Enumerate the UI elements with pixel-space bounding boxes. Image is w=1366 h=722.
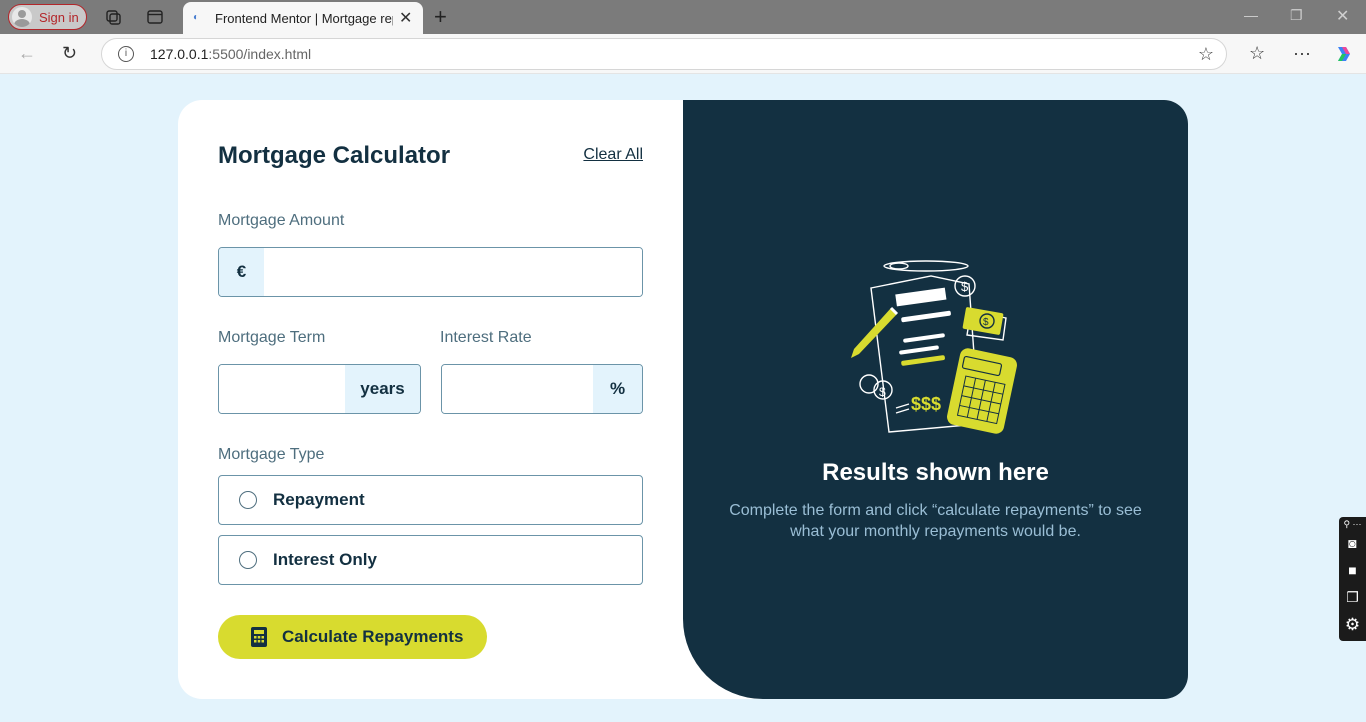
radio-circle-icon[interactable] <box>239 551 257 569</box>
copilot-icon[interactable] <box>1334 44 1354 64</box>
mortgage-type-label: Mortgage Type <box>218 446 325 463</box>
calculator-card: Mortgage Calculator Clear All Mortgage A… <box>178 100 1188 699</box>
minimize-icon[interactable]: — <box>1244 7 1258 23</box>
site-info-icon[interactable]: i <box>118 46 134 62</box>
close-window-icon[interactable]: ✕ <box>1336 6 1349 26</box>
interest-rate-label: Interest Rate <box>440 329 532 346</box>
back-icon[interactable]: ← <box>18 43 36 64</box>
page-title: Mortgage Calculator <box>218 142 451 169</box>
svg-text:$$$: $$$ <box>911 394 941 414</box>
site-favicon-icon: ◐ <box>193 12 200 23</box>
repayment-option-label: Repayment <box>273 490 365 509</box>
results-title: Results shown here <box>822 459 1049 486</box>
sign-in-label: Sign in <box>39 9 79 25</box>
interest-only-option[interactable]: Interest Only <box>218 535 643 585</box>
svg-text:$: $ <box>983 317 989 328</box>
term-suffix: years <box>345 365 420 413</box>
url-text: 127.0.0.1:5500/index.html <box>150 46 312 62</box>
settings-gear-icon[interactable]: ⚙ <box>1343 615 1362 635</box>
calculate-repayments-button[interactable]: Calculate Repayments <box>218 615 487 659</box>
active-tab[interactable]: ◐ Frontend Mentor | Mortgage repayment c… <box>183 2 423 34</box>
url-field[interactable]: i 127.0.0.1:5500/index.html ☆ <box>101 38 1227 70</box>
calculator-icon <box>251 627 267 647</box>
favorites-icon[interactable]: ☆ <box>1249 43 1265 64</box>
new-tab-icon[interactable]: + <box>434 4 447 30</box>
more-options-icon[interactable]: ··· <box>1293 43 1311 64</box>
mortgage-term-field[interactable]: years <box>218 364 421 414</box>
workspaces-icon[interactable] <box>104 8 122 26</box>
favorite-star-icon[interactable]: ☆ <box>1198 44 1214 65</box>
tab-actions-icon[interactable] <box>146 8 164 26</box>
mortgage-amount-input[interactable] <box>264 248 642 296</box>
clear-all-link[interactable]: Clear All <box>583 146 643 164</box>
refresh-icon[interactable]: ↻ <box>62 43 77 64</box>
browser-tab-bar: Sign in ◐ Frontend Mentor | Mortgage rep… <box>0 0 1366 34</box>
svg-text:$: $ <box>961 279 969 294</box>
tab-title: Frontend Mentor | Mortgage repayment cal… <box>215 10 393 26</box>
toolbar-more-icon[interactable]: ⚲ ··· <box>1343 519 1362 530</box>
interest-rate-input[interactable] <box>442 365 592 413</box>
close-tab-icon[interactable]: ✕ <box>399 8 412 28</box>
svg-text:$: $ <box>879 385 886 399</box>
calculate-repayments-label: Calculate Repayments <box>282 627 464 646</box>
camera-icon[interactable]: ◙ <box>1343 535 1362 551</box>
interest-only-option-label: Interest Only <box>273 550 377 569</box>
results-panel: $ $ $$$ $ Results shown here Complete th… <box>683 100 1188 699</box>
address-bar-row: ← ↻ i 127.0.0.1:5500/index.html ☆ ☆ ··· <box>0 34 1366 74</box>
mortgage-amount-field[interactable]: € <box>218 247 643 297</box>
mortgage-term-label: Mortgage Term <box>218 329 326 346</box>
video-camera-icon[interactable]: ■ <box>1343 562 1362 578</box>
window-capture-icon[interactable]: ❐ <box>1343 589 1362 606</box>
radio-circle-icon[interactable] <box>239 491 257 509</box>
screen-capture-toolbar: ⚲ ··· ◙ ■ ❐ ⚙ <box>1339 517 1366 641</box>
mortgage-amount-label: Mortgage Amount <box>218 212 345 229</box>
profile-avatar-icon <box>12 7 32 27</box>
mortgage-term-input[interactable] <box>219 365 345 413</box>
mortgage-form: Mortgage Calculator Clear All Mortgage A… <box>218 100 643 699</box>
restore-icon[interactable]: ❐ <box>1290 7 1303 24</box>
currency-prefix: € <box>219 248 264 296</box>
interest-rate-field[interactable]: % <box>441 364 643 414</box>
empty-results-illustration: $ $ $$$ $ <box>851 260 1017 434</box>
rate-suffix: % <box>593 365 642 413</box>
sign-in-button[interactable]: Sign in <box>8 4 87 30</box>
results-description: Complete the form and click “calculate r… <box>729 502 1142 540</box>
repayment-option[interactable]: Repayment <box>218 475 643 525</box>
